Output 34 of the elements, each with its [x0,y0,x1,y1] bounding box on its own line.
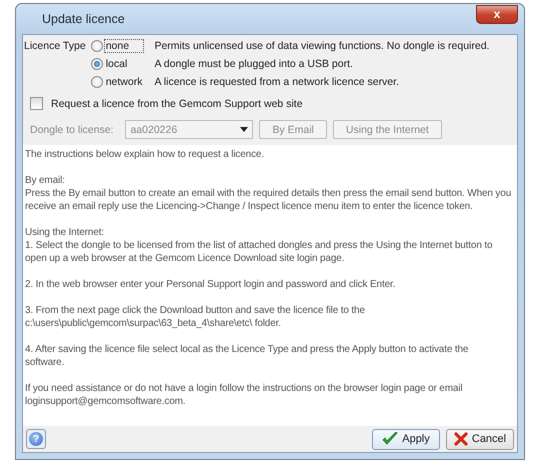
instruction-text: loginsupport@gemcomsoftware.com. [25,395,186,408]
caret-icon [240,127,248,132]
instruction-text: Using the Internet: [25,226,105,239]
radio-button[interactable] [90,58,103,70]
licence-type-label: Licence Type [24,40,86,52]
instruction-text: 1. Select the dongle to be licensed from the list of attached dongles and press the Using the Internet button to [25,239,494,252]
close-button[interactable]: x [476,4,518,24]
instruction-text: By email: [25,174,66,187]
dongle-label: Dongle to license: [30,124,114,136]
instruction-text: receive an email reply use the Licencing->Change / Inspect licence menu item to enter the licence token. [25,200,474,213]
instruction-text: The instructions below explain how to request a licence. [25,148,265,161]
radio-button[interactable] [90,76,103,88]
option-description: A licence is requested from a network licence server. [154,76,400,88]
instruction-text: 2. In the web browser enter your Personal Support login and password and click Enter. [25,278,396,291]
window-title: Update licence [42,12,125,26]
checkbox-label: Request a licence from the Gemcom Support web site [51,98,303,110]
instruction-text: c:\users\public\gemcom\surpac\63_beta_4\share\etc\ folder. [25,317,282,330]
radio-label[interactable]: local [104,57,144,71]
instruction-text: open up a web browser at the Gemcom Licence Download site login page. [25,252,346,265]
instruction-text: 3. From the next page click the Download button and save the licence file to the [25,304,366,317]
option-description: Permits unlicensed use of data viewing functions. No dongle is required. [154,40,490,52]
instruction-text: 4. After saving the licence file select local as the Licence Type and press the Apply button to activate the [25,343,470,356]
checkmark-icon [382,432,398,446]
radio-button[interactable] [90,40,103,52]
apply-button[interactable]: Apply [372,428,440,450]
checkbox[interactable] [30,97,43,110]
cancel-button[interactable]: Cancel [446,428,514,450]
option-description: A dongle must be plugged into a USB port. [154,58,354,70]
instruction-text: software. [25,356,66,369]
instruction-text: Press the By email button to create an email with the required details then press the email send button. When you [25,187,512,200]
radio-label[interactable]: none [104,39,144,53]
radio-label[interactable]: network [104,75,144,89]
cross-icon [454,432,468,446]
instruction-text: If you need assistance or do not have a login follow the instructions on the browser login page or email [25,382,464,395]
